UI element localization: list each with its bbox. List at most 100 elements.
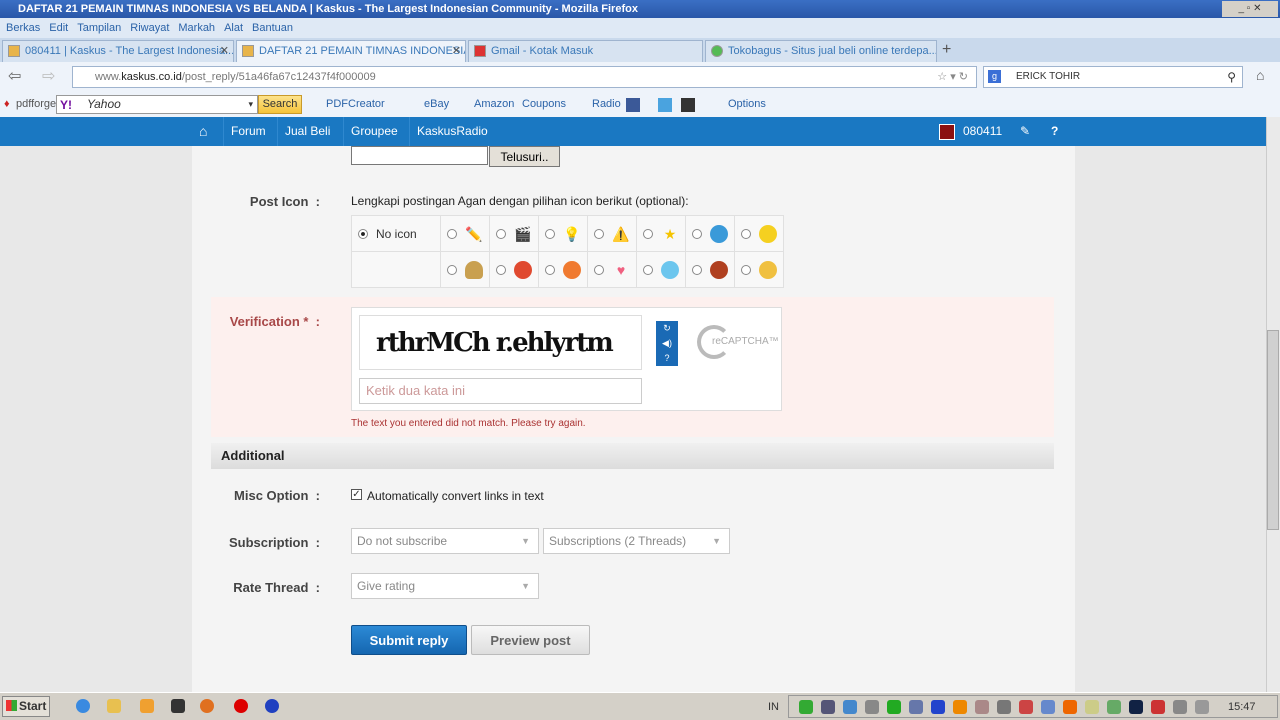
tray-icon[interactable] <box>931 700 945 714</box>
tray-icon[interactable] <box>909 700 923 714</box>
tray-icon[interactable] <box>1063 700 1077 714</box>
tray-icon[interactable] <box>865 700 879 714</box>
yahoo-search-button[interactable]: Search <box>258 95 302 114</box>
nav-groupee[interactable]: Groupee <box>343 117 405 146</box>
icon-option[interactable]: ⚠️ <box>587 215 637 252</box>
ebay-link[interactable]: eBay <box>424 92 449 117</box>
convert-links-checkbox[interactable]: ✓ <box>351 489 362 500</box>
icon-option[interactable] <box>685 215 735 252</box>
folder-icon[interactable] <box>107 699 121 713</box>
media-icon[interactable] <box>140 699 154 713</box>
icon-option[interactable] <box>734 215 784 252</box>
menu-alat[interactable]: Alat <box>224 22 243 34</box>
tray-icon[interactable] <box>1107 700 1121 714</box>
home-icon[interactable]: ⌂ <box>1256 67 1264 83</box>
tray-icon[interactable] <box>1129 700 1143 714</box>
menu-edit[interactable]: Edit <box>49 22 68 34</box>
nav-forum[interactable]: Forum <box>223 117 273 146</box>
tray-icon[interactable] <box>997 700 1011 714</box>
tray-icon[interactable] <box>821 700 835 714</box>
bookmark-star-icon[interactable]: ☆ ▾ ↻ <box>937 67 968 87</box>
icon-option[interactable]: ★ <box>636 215 686 252</box>
nav-kaskusradio[interactable]: KaskusRadio <box>409 117 495 146</box>
icon-option[interactable] <box>636 251 686 288</box>
tray-icon[interactable] <box>953 700 967 714</box>
refresh-icon[interactable]: ↻ <box>656 321 678 336</box>
menu-berkas[interactable]: Berkas <box>6 22 40 34</box>
rate-thread-select[interactable]: Give rating ▼ <box>351 573 539 599</box>
opera-icon[interactable] <box>234 699 248 713</box>
help-icon[interactable]: ? <box>656 351 678 366</box>
twitter-icon[interactable] <box>658 98 672 112</box>
app-icon[interactable] <box>171 699 185 713</box>
ie-icon[interactable] <box>76 699 90 713</box>
tray-icon[interactable] <box>1041 700 1055 714</box>
submit-reply-button[interactable]: Submit reply <box>351 625 467 655</box>
avatar[interactable] <box>939 124 955 140</box>
menu-markah[interactable]: Markah <box>178 22 215 34</box>
icon-option[interactable] <box>538 251 588 288</box>
icon-option[interactable]: ♥ <box>587 251 637 288</box>
radio-link[interactable]: Radio <box>592 92 621 117</box>
url-bar[interactable]: www.kaskus.co.id/post_reply/51a46fa67c12… <box>72 66 977 88</box>
coupons-link[interactable]: Coupons <box>522 92 566 117</box>
subscription-select[interactable]: Do not subscribe ▼ <box>351 528 539 554</box>
icon-option[interactable]: 💡 <box>538 215 588 252</box>
forward-icon[interactable]: ⇨ <box>42 66 55 86</box>
tab-tokobagus[interactable]: Tokobagus - Situs jual beli online terde… <box>705 40 937 62</box>
search-icon[interactable]: ⚲ <box>1227 67 1236 87</box>
preview-post-button[interactable]: Preview post <box>471 625 590 655</box>
icon-option[interactable]: 🎬 <box>489 215 539 252</box>
tray-icon[interactable] <box>843 700 857 714</box>
googleplus-icon[interactable] <box>681 98 695 112</box>
captcha-input[interactable]: Ketik dua kata ini <box>359 378 642 404</box>
tray-icon[interactable] <box>1173 700 1187 714</box>
back-icon[interactable]: ⇦ <box>8 66 21 86</box>
radio[interactable] <box>358 229 368 240</box>
close-icon[interactable]: ✕ <box>220 41 229 61</box>
tray-icon[interactable] <box>1151 700 1165 714</box>
icon-option[interactable] <box>734 251 784 288</box>
tab-daftar[interactable]: DAFTAR 21 PEMAIN TIMNAS INDONESIA... ✕ <box>236 40 466 62</box>
tray-icon[interactable] <box>1085 700 1099 714</box>
tray-icon[interactable] <box>887 700 901 714</box>
search-engine-input[interactable]: ERICK TOHIR g ⚲ <box>983 66 1243 88</box>
username[interactable]: 080411 <box>963 117 1002 146</box>
amazon-link[interactable]: Amazon <box>474 92 514 117</box>
facebook-icon[interactable] <box>626 98 640 112</box>
browse-button[interactable]: Telusuri.. <box>489 146 560 167</box>
tray-icon[interactable] <box>799 700 813 714</box>
menu-bantuan[interactable]: Bantuan <box>252 22 293 34</box>
menu-riwayat[interactable]: Riwayat <box>130 22 169 34</box>
yahoo-search-input[interactable]: Y! Yahoo ▾ <box>56 95 258 114</box>
icon-option-none[interactable]: No icon <box>351 215 441 252</box>
tab-kaskus-home[interactable]: 080411 | Kaskus - The Largest Indonesia.… <box>2 40 234 62</box>
menu-tampilan[interactable]: Tampilan <box>77 22 121 34</box>
new-tab-icon[interactable]: + <box>942 41 951 59</box>
icon-option[interactable]: ✏️ <box>440 215 490 252</box>
chevron-down-icon[interactable]: ▾ <box>248 96 253 113</box>
tray-icon[interactable] <box>975 700 989 714</box>
subscriptions-threads-select[interactable]: Subscriptions (2 Threads) ▼ <box>543 528 730 554</box>
pdfcreator-link[interactable]: PDFCreator <box>326 92 385 117</box>
network-icon[interactable] <box>265 699 279 713</box>
tray-icon[interactable] <box>1195 700 1209 714</box>
close-icon[interactable]: ✕ <box>452 41 461 61</box>
icon-option[interactable] <box>489 251 539 288</box>
home-icon[interactable]: ⌂ <box>192 117 214 146</box>
scrollbar-thumb[interactable] <box>1267 330 1279 530</box>
nav-jual-beli[interactable]: Jual Beli <box>277 117 337 146</box>
icon-option[interactable] <box>685 251 735 288</box>
firefox-icon[interactable] <box>200 699 214 713</box>
help-icon[interactable]: ? <box>1051 117 1058 146</box>
language-indicator[interactable]: IN <box>768 701 779 713</box>
options-link[interactable]: Options <box>728 92 766 117</box>
tray-icon[interactable] <box>1019 700 1033 714</box>
pencil-icon[interactable]: ✎ <box>1020 117 1030 146</box>
start-button[interactable]: Start <box>2 696 50 717</box>
file-input[interactable] <box>351 146 488 165</box>
window-controls[interactable]: _ ▫ ✕ <box>1222 1 1278 17</box>
icon-option[interactable] <box>440 251 490 288</box>
audio-icon[interactable]: ◀) <box>656 336 678 351</box>
tab-gmail[interactable]: Gmail - Kotak Masuk <box>468 40 703 62</box>
